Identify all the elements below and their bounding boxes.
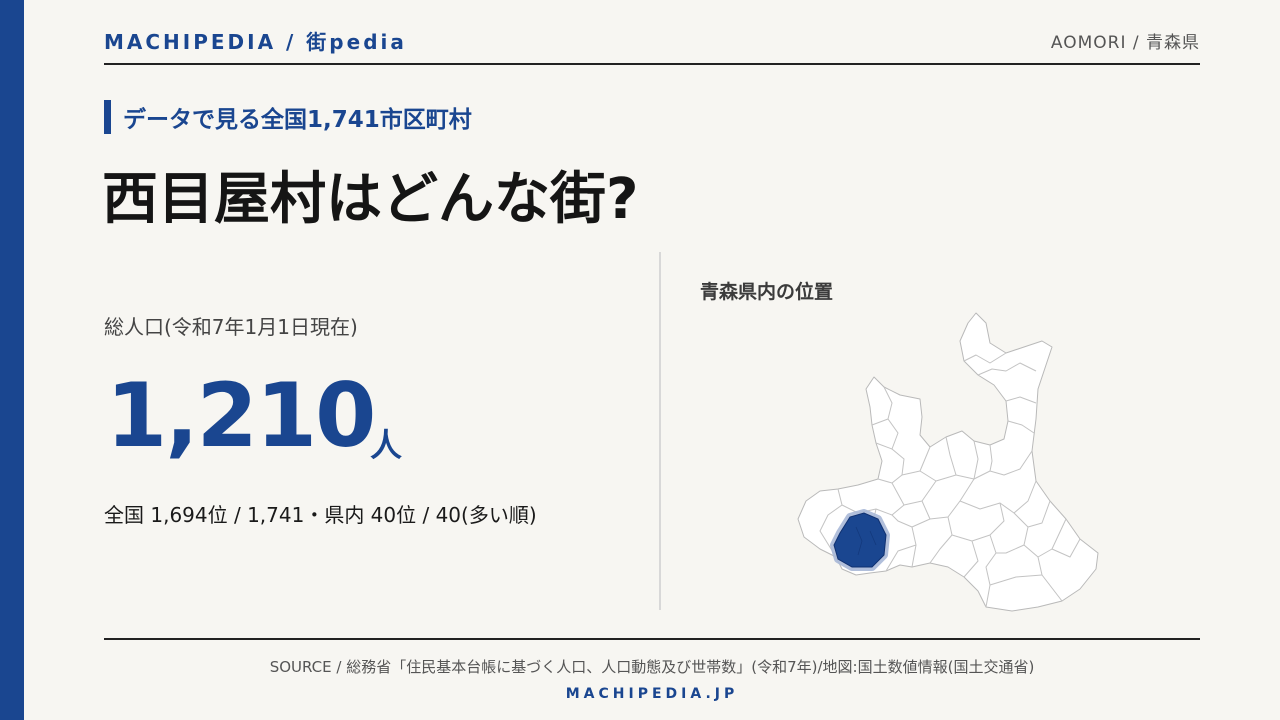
kicker: データで見る全国1,741市区町村 — [104, 100, 472, 134]
site-brand[interactable]: MACHIPEDIA / 街pedia — [104, 26, 407, 55]
site-url[interactable]: MACHIPEDIA.JP — [104, 686, 1200, 702]
accent-side-bar — [0, 0, 24, 720]
population-label: 総人口(令和7年1月1日現在) — [104, 315, 358, 339]
map-title: 青森県内の位置 — [700, 281, 834, 303]
population-rank: 全国 1,694位 / 1,741・県内 40位 / 40(多い順) — [104, 503, 537, 527]
prefecture-map — [797, 312, 1099, 612]
header-divider — [104, 63, 1200, 65]
page-title: 西目屋村はどんな街? — [102, 167, 639, 232]
vertical-divider — [659, 252, 661, 610]
population-value: 1,210 — [106, 364, 376, 467]
population-unit: 人 — [370, 426, 403, 464]
kicker-accent-bar — [104, 100, 111, 134]
region-label: AOMORI / 青森県 — [1050, 33, 1200, 53]
kicker-text: データで見る全国1,741市区町村 — [123, 107, 472, 133]
source-note: SOURCE / 総務省「住民基本台帳に基づく人口、人口動態及び世帯数」(令和7… — [269, 658, 1035, 676]
footer-divider — [104, 638, 1200, 640]
